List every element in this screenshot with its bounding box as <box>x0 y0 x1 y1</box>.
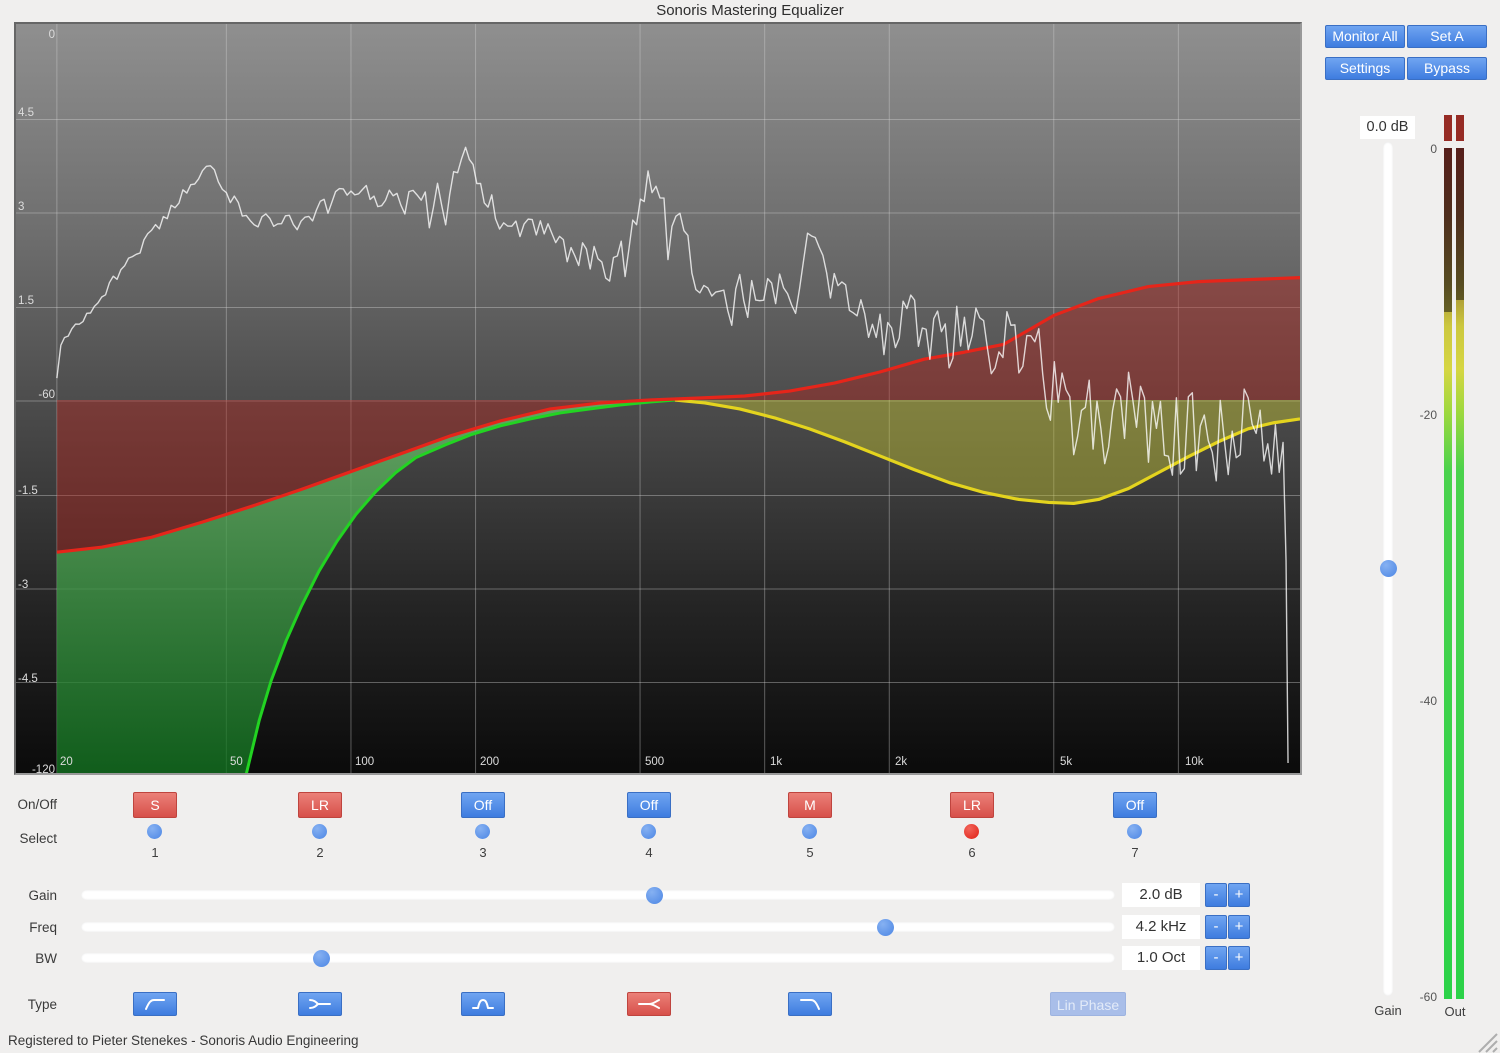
freq-scale-label: 50 <box>230 756 243 768</box>
gain-scale-label: -4.5 <box>18 673 38 685</box>
settings-button[interactable]: Settings <box>1325 57 1405 80</box>
lin-phase-button[interactable]: Lin Phase <box>1050 992 1126 1016</box>
freq-slider-label: Freq <box>0 920 57 935</box>
band-1-select-radio[interactable] <box>147 824 162 839</box>
gain-scale-label: 1.5 <box>18 295 34 307</box>
band-6-select-radio[interactable] <box>964 824 979 839</box>
meter-scale-label: -40 <box>1403 694 1437 708</box>
registration-text: Registered to Pieter Stenekes - Sonoris … <box>8 1033 358 1048</box>
lowpass-filter-icon <box>798 994 822 1014</box>
band-2-select-radio[interactable] <box>312 824 327 839</box>
freq-scale-label: 10k <box>1185 756 1204 768</box>
spectrum-scale-label: -120 <box>16 764 55 776</box>
band-4-onoff-button[interactable]: Off <box>627 792 671 818</box>
gain-decrement-button[interactable]: - <box>1205 883 1227 907</box>
resize-grip-icon[interactable] <box>1474 1029 1498 1053</box>
freq-scale-label: 100 <box>355 756 374 768</box>
band-5-onoff-button[interactable]: M <box>788 792 832 818</box>
freq-scale-label: 2k <box>895 756 907 768</box>
band-3-number-label: 3 <box>473 845 493 860</box>
lowpass-filter-type-button[interactable] <box>788 992 832 1016</box>
freq-slider-track[interactable] <box>81 922 1115 932</box>
meter-scale-label: -20 <box>1403 408 1437 422</box>
lowshelf-filter-type-button[interactable] <box>298 992 342 1016</box>
freq-slider-knob[interactable] <box>877 919 894 936</box>
band-3-onoff-button[interactable]: Off <box>461 792 505 818</box>
band-5-select-radio[interactable] <box>802 824 817 839</box>
gain-scale-label: 4.5 <box>18 107 34 119</box>
band-7-number-label: 7 <box>1125 845 1145 860</box>
gain-value-box[interactable]: 2.0 dB <box>1122 883 1200 907</box>
type-row-label: Type <box>0 997 57 1012</box>
freq-scale-label: 20 <box>60 756 73 768</box>
highpass-filter-icon <box>143 994 167 1014</box>
band-2-onoff-button[interactable]: LR <box>298 792 342 818</box>
band-4-number-label: 4 <box>639 845 659 860</box>
freq-value-box[interactable]: 4.2 kHz <box>1122 915 1200 939</box>
bell-filter-icon <box>471 994 495 1014</box>
meter-dim-overlay <box>1456 148 1464 300</box>
gain-slider-label: Gain <box>0 888 57 903</box>
band-6-onoff-button[interactable]: LR <box>950 792 994 818</box>
sonoris-mastering-equalizer-window: { "title": "Sonoris Mastering Equalizer"… <box>0 0 1500 1053</box>
out-meter-label: Out <box>1432 1004 1478 1019</box>
bw-slider-label: BW <box>0 951 57 966</box>
gain-slider-track[interactable] <box>81 890 1115 900</box>
freq-increment-button[interactable]: + <box>1228 915 1250 939</box>
meter-over-indicator <box>1444 115 1452 141</box>
bw-slider-knob[interactable] <box>313 950 330 967</box>
meter-scale-label: 0 <box>1403 142 1437 156</box>
set-a-button[interactable]: Set A <box>1407 25 1487 48</box>
band-3-select-radio[interactable] <box>475 824 490 839</box>
eq-graph[interactable]: 4.5 3 1.5 -1.5 -3 -4.5 0 -60 -120 20 50 100 200 500 1k… <box>14 22 1302 775</box>
plugin-title: Sonoris Mastering Equalizer <box>0 2 1500 19</box>
freq-decrement-button[interactable]: - <box>1205 915 1227 939</box>
band-4-select-radio[interactable] <box>641 824 656 839</box>
bw-slider-track[interactable] <box>81 953 1115 963</box>
lowshelf-filter-icon <box>308 994 332 1014</box>
highshelf-filter-icon <box>637 994 661 1014</box>
spectrum-scale-label: 0 <box>16 29 55 41</box>
band-7-select-radio[interactable] <box>1127 824 1142 839</box>
bypass-button[interactable]: Bypass <box>1407 57 1487 80</box>
onoff-row-label: On/Off <box>0 797 57 812</box>
bw-value-box[interactable]: 1.0 Oct <box>1122 946 1200 970</box>
band-2-number-label: 2 <box>310 845 330 860</box>
output-gain-fader-knob[interactable] <box>1380 560 1397 577</box>
gain-scale-label: -3 <box>18 579 28 591</box>
freq-scale-label: 5k <box>1060 756 1072 768</box>
band-5-number-label: 5 <box>800 845 820 860</box>
select-row-label: Select <box>0 831 57 846</box>
band-7-onoff-button[interactable]: Off <box>1113 792 1157 818</box>
meter-scale-label: -60 <box>1403 990 1437 1004</box>
gain-scale-label: 3 <box>18 201 24 213</box>
gain-fader-label: Gain <box>1362 1003 1414 1018</box>
band-1-number-label: 1 <box>145 845 165 860</box>
highpass-filter-type-button[interactable] <box>133 992 177 1016</box>
freq-scale-label: 1k <box>770 756 782 768</box>
bw-decrement-button[interactable]: - <box>1205 946 1227 970</box>
output-gain-readout: 0.0 dB <box>1360 116 1415 139</box>
highshelf-filter-type-button[interactable] <box>627 992 671 1016</box>
gain-scale-label: -1.5 <box>18 485 38 497</box>
band-6-number-label: 6 <box>962 845 982 860</box>
freq-scale-label: 200 <box>480 756 499 768</box>
band-1-onoff-button[interactable]: S <box>133 792 177 818</box>
spectrum-scale-label: -60 <box>16 389 55 401</box>
gain-increment-button[interactable]: + <box>1228 883 1250 907</box>
meter-dim-overlay <box>1444 148 1452 312</box>
bw-increment-button[interactable]: + <box>1228 946 1250 970</box>
freq-scale-label: 500 <box>645 756 664 768</box>
meter-over-indicator <box>1456 115 1464 141</box>
monitor-all-button[interactable]: Monitor All <box>1325 25 1405 48</box>
gain-slider-knob[interactable] <box>646 887 663 904</box>
eq-curves-canvas <box>16 24 1300 773</box>
bell-filter-type-button[interactable] <box>461 992 505 1016</box>
